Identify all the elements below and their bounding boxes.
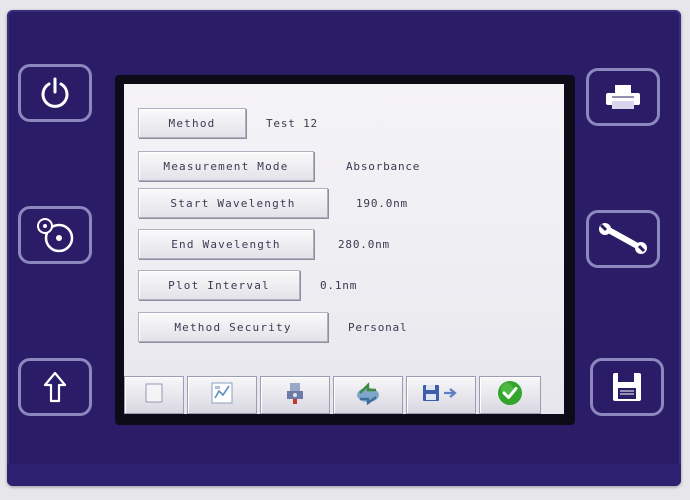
blank-tab-icon — [143, 382, 165, 408]
recycle-icon — [354, 381, 382, 409]
floppy-disk-icon — [611, 371, 643, 403]
start-wavelength-button[interactable]: Start Wavelength — [138, 188, 328, 218]
bottom-toolbar — [124, 372, 564, 414]
measurement-mode-value: Absorbance — [346, 159, 421, 173]
disc-icon — [33, 215, 77, 255]
check-confirm-icon — [496, 379, 524, 411]
end-wavelength-row: End Wavelength 280.0nm — [138, 229, 390, 259]
method-security-row: Method Security Personal — [138, 312, 407, 342]
tab-recycle[interactable] — [333, 376, 403, 414]
print-button[interactable] — [586, 68, 660, 126]
measurement-mode-row: Measurement Mode Absorbance — [138, 151, 420, 181]
wrench-icon — [597, 222, 649, 256]
save-button[interactable] — [590, 358, 664, 416]
tab-settings-grid[interactable] — [187, 376, 257, 414]
scan-sample-icon — [282, 380, 308, 410]
start-wavelength-value: 190.0nm — [356, 196, 408, 210]
method-button[interactable]: Method — [138, 108, 246, 138]
settings-grid-icon — [209, 381, 235, 409]
disc-button[interactable] — [18, 206, 92, 264]
measurement-mode-button[interactable]: Measurement Mode — [138, 151, 314, 181]
save-to-icon — [421, 382, 461, 408]
upload-arrow-icon — [42, 370, 68, 404]
tab-confirm[interactable] — [479, 376, 541, 414]
method-row: Method Test 12 — [138, 108, 318, 138]
method-value: Test 12 — [266, 116, 318, 130]
plot-interval-row: Plot Interval 0.1nm — [138, 270, 357, 300]
tab-save-to[interactable] — [406, 376, 476, 414]
start-wavelength-row: Start Wavelength 190.0nm — [138, 188, 408, 218]
bezel-lower-strip — [7, 464, 681, 486]
end-wavelength-button[interactable]: End Wavelength — [138, 229, 314, 259]
tab-blank[interactable] — [124, 376, 184, 414]
power-button[interactable] — [18, 64, 92, 122]
plot-interval-button[interactable]: Plot Interval — [138, 270, 300, 300]
lcd-screen: Method Test 12 Measurement Mode Absorban… — [124, 84, 564, 414]
power-icon — [38, 76, 72, 110]
method-security-button[interactable]: Method Security — [138, 312, 328, 342]
printer-icon — [603, 82, 643, 112]
tools-button[interactable] — [586, 210, 660, 268]
plot-interval-value: 0.1nm — [320, 278, 358, 292]
method-security-value: Personal — [348, 320, 408, 334]
tab-scan-sample[interactable] — [260, 376, 330, 414]
upload-button[interactable] — [18, 358, 92, 416]
end-wavelength-value: 280.0nm — [338, 237, 390, 251]
